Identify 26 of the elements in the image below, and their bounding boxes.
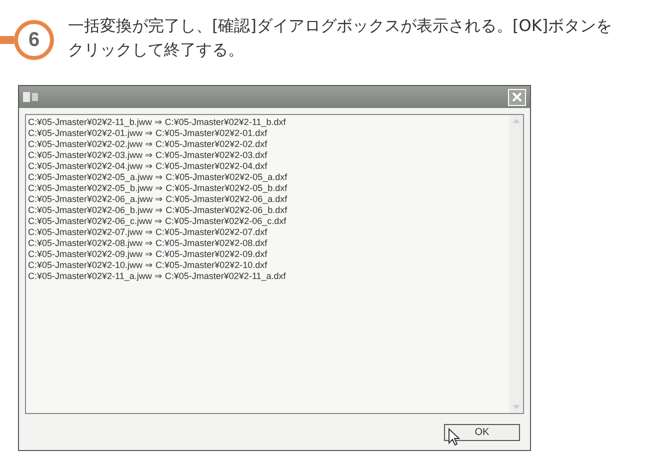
close-icon [512,92,522,102]
log-line: C:¥05-Jmaster¥02¥2-11_a.jww ⇒ C:¥05-Jmaster¥02¥2-11_a.dxf [28,271,287,282]
instruction-text: 一括変換が完了し、[確認]ダイアログボックスが表示される。[OK]ボタンをクリックして終了する。 [68,15,614,61]
log-line: C:¥05-Jmaster¥02¥2-02.jww ⇒ C:¥05-Jmaster¥02¥2-02.dxf [28,139,268,150]
ok-button[interactable]: OK [444,424,520,441]
log-line: C:¥05-Jmaster¥02¥2-03.jww ⇒ C:¥05-Jmaster¥02¥2-03.dxf [28,150,268,161]
log-line: C:¥05-Jmaster¥02¥2-05_a.jww ⇒ C:¥05-Jmaster¥02¥2-05_a.dxf [28,172,288,183]
log-line: C:¥05-Jmaster¥02¥2-06_c.jww ⇒ C:¥05-Jmaster¥02¥2-06_c.dxf [28,216,288,227]
scroll-down-icon [512,405,520,409]
log-line: C:¥05-Jmaster¥02¥2-07.jww ⇒ C:¥05-Jmaster¥02¥2-07.dxf [28,227,268,238]
log-line: C:¥05-Jmaster¥02¥2-04.jww ⇒ C:¥05-Jmaster¥02¥2-04.dxf [28,161,268,172]
log-line: C:¥05-Jmaster¥02¥2-05_b.jww ⇒ C:¥05-Jmaster¥02¥2-05_b.dxf [28,183,288,194]
step-number: 6 [14,20,54,60]
step-marker-bar [0,36,14,44]
log-line: C:¥05-Jmaster¥02¥2-06_a.jww ⇒ C:¥05-Jmaster¥02¥2-06_a.dxf [28,194,288,205]
scroll-up-icon [512,119,520,123]
log-line: C:¥05-Jmaster¥02¥2-08.jww ⇒ C:¥05-Jmaster¥02¥2-08.dxf [28,238,268,249]
log-line: C:¥05-Jmaster¥02¥2-10.jww ⇒ C:¥05-Jmaster¥02¥2-10.dxf [28,260,268,271]
window-icon [23,91,39,103]
log-line: C:¥05-Jmaster¥02¥2-09.jww ⇒ C:¥05-Jmaster¥02¥2-09.dxf [28,249,268,260]
log-line: C:¥05-Jmaster¥02¥2-01.jww ⇒ C:¥05-Jmaster¥02¥2-01.dxf [28,128,268,139]
log-line: C:¥05-Jmaster¥02¥2-06_b.jww ⇒ C:¥05-Jmaster¥02¥2-06_b.dxf [28,205,288,216]
close-button[interactable] [508,88,526,106]
log-line: C:¥05-Jmaster¥02¥2-11_b.jww ⇒ C:¥05-Jmaster¥02¥2-11_b.dxf [28,117,287,128]
scrollbar[interactable] [509,115,523,413]
cursor-icon [448,428,460,446]
